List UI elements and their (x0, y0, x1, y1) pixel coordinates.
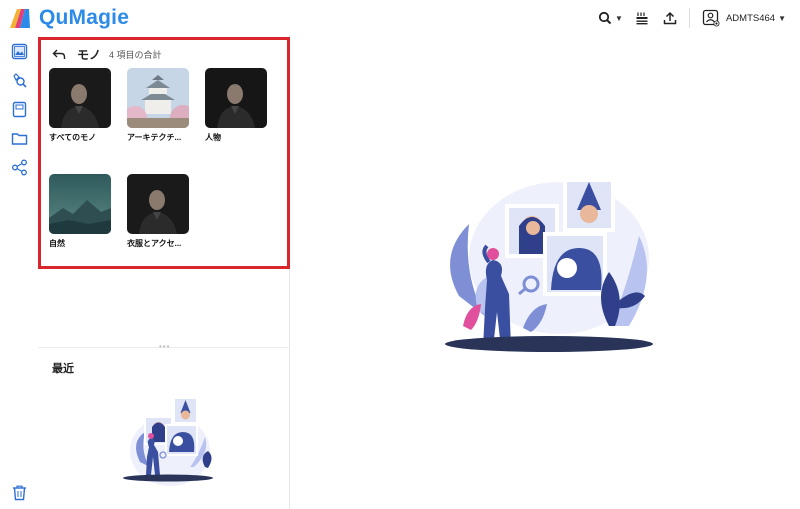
recent-title: 最近 (52, 363, 74, 375)
tile-label: 人物 (205, 133, 221, 142)
thumbnail-image (49, 68, 111, 128)
trash-icon[interactable] (11, 484, 28, 501)
app-title: QuMagie (39, 6, 130, 29)
drag-handle-icon[interactable]: ••• (159, 342, 170, 351)
things-panel: モノ 4 項目の合計 すべてのモノ アーキテクチ... 人物 自然 衣服とアクセ… (38, 36, 290, 509)
tile-all-things[interactable]: すべてのモノ (49, 68, 111, 143)
empty-state-illustration (123, 397, 213, 486)
album-icon[interactable] (11, 101, 28, 118)
tile-clothing-accessories[interactable]: 衣服とアクセ... (127, 174, 189, 249)
empty-state-illustration (445, 178, 653, 352)
photos-icon[interactable] (11, 43, 28, 60)
tile-nature[interactable]: 自然 (49, 174, 111, 249)
folder-icon[interactable] (11, 130, 28, 147)
app-window: QuMagie ▼ ADMTS464 ▼ モノ 4 項目の合計 すべてのモノ ア… (0, 0, 800, 509)
tile-label: アーキテクチ... (127, 133, 182, 142)
qumagie-logo-icon (10, 9, 30, 28)
thumbnail-image (49, 174, 111, 234)
back-arrow-icon[interactable] (51, 47, 67, 63)
user-icon (702, 9, 720, 27)
main-content (291, 36, 800, 509)
tile-label: 自然 (49, 239, 65, 248)
things-section: モノ 4 項目の合計 すべてのモノ アーキテクチ... 人物 自然 衣服とアクセ… (38, 37, 290, 269)
chevron-down-icon: ▼ (778, 13, 786, 23)
tile-label: 衣服とアクセ... (127, 239, 182, 248)
tile-label: すべてのモノ (49, 133, 97, 142)
search-icon (598, 11, 612, 25)
things-header: モノ 4 項目の合計 (51, 46, 162, 63)
app-logo[interactable]: QuMagie (7, 5, 129, 31)
header-divider (688, 8, 690, 28)
stream-icon (636, 12, 648, 25)
thumbnail-image (127, 174, 189, 234)
share-icon[interactable] (11, 159, 28, 176)
user-menu-button[interactable]: ADMTS464 ▼ (702, 9, 786, 27)
things-title: モノ (77, 48, 102, 62)
stream-button[interactable] (635, 11, 649, 25)
upload-button[interactable] (663, 11, 677, 25)
left-navigation-rail (0, 36, 38, 509)
chevron-down-icon: ▼ (615, 13, 623, 23)
thumbnail-image (205, 68, 267, 128)
top-header: QuMagie ▼ ADMTS464 ▼ (0, 0, 800, 36)
user-name: ADMTS464 (725, 12, 776, 24)
upload-icon (663, 11, 677, 25)
things-count: 4 項目の合計 (109, 50, 162, 60)
thumbnail-image (127, 68, 189, 128)
ai-search-icon[interactable] (11, 72, 28, 89)
tile-architecture[interactable]: アーキテクチ... (127, 68, 189, 143)
header-actions: ▼ ADMTS464 ▼ (588, 0, 786, 36)
search-button[interactable]: ▼ (598, 11, 623, 25)
tile-people[interactable]: 人物 (205, 68, 267, 143)
